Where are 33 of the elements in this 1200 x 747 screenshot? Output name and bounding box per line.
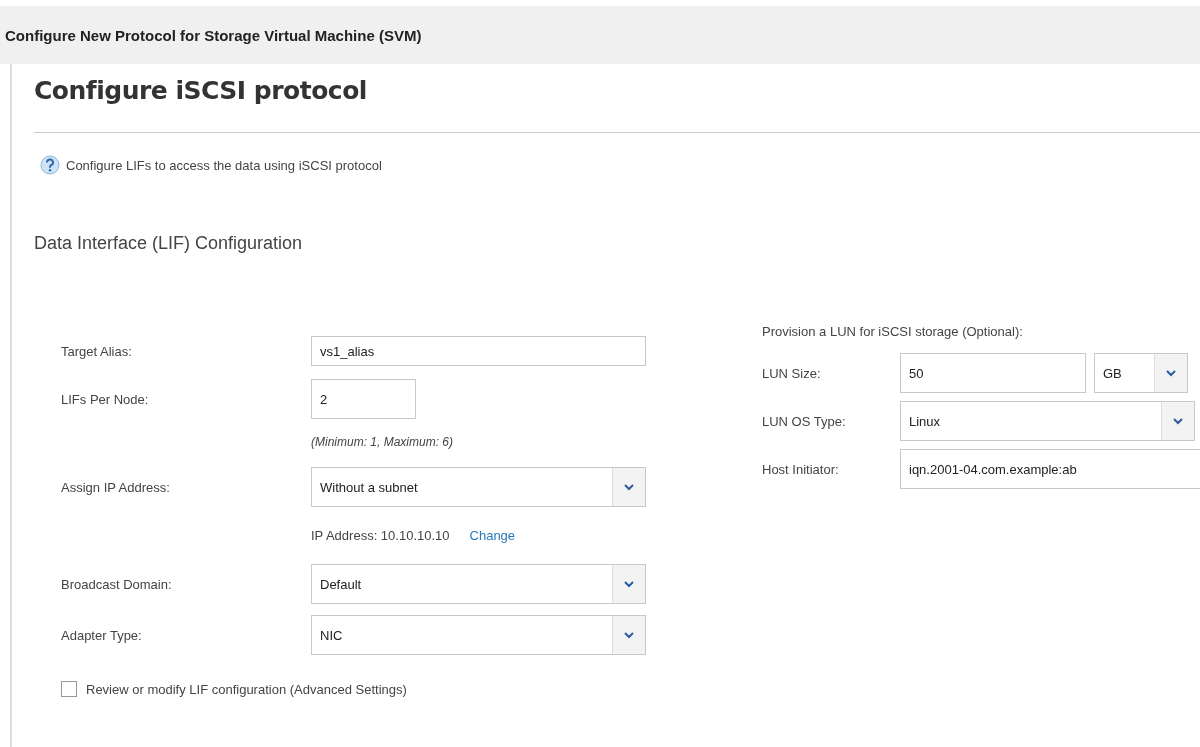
field-label: LIFs Per Node: [61,391,150,407]
section-heading: Data Interface (LIF) Configuration [34,233,304,254]
dropdown[interactable]: Without a subnet [311,467,646,507]
text-field[interactable]: iqn.2001-04.com.example:ab [900,449,1200,489]
chevron-down-icon [624,631,634,639]
field-label: Adapter Type: [61,627,143,643]
ip-address-text: IP Address: 10.10.10.10 [311,527,450,543]
dropdown[interactable]: NIC [311,615,646,655]
chevron-down-icon [624,483,634,491]
text-field[interactable]: 2 [311,379,416,419]
unit-dropdown[interactable]: GB [1094,353,1188,393]
field-label: Host Initiator: [762,461,840,477]
hint-text: (Minimum: 1, Maximum: 6) [311,435,453,449]
chevron-down-icon [624,580,634,588]
page-heading: Configure iSCSI protocol [34,75,368,107]
field-label: Assign IP Address: [61,479,171,495]
help-text: Configure LIFs to access the data using iSCSI protocol [66,157,382,173]
field-label: Target Alias: [61,343,133,359]
field-label: LUN Size: [762,365,822,381]
section-label: Provision a LUN for iSCSI storage (Optional): [762,324,1024,339]
dropdown[interactable]: Linux [900,401,1195,441]
text-field[interactable]: 50 [900,353,1086,393]
checkbox-label: Review or modify LIF configuration (Advanced Settings) [86,681,407,697]
field-label: LUN OS Type: [762,413,847,429]
field-label: Broadcast Domain: [61,576,173,592]
chevron-down-icon [1173,417,1183,425]
chevron-down-icon [1166,369,1176,377]
dropdown[interactable]: Default [311,564,646,604]
checkbox[interactable] [61,681,77,697]
text-field[interactable]: vs1_alias [311,336,646,366]
help-icon[interactable] [40,155,60,175]
change-link[interactable]: Change [469,527,516,543]
window-title: Configure New Protocol for Storage Virtual Machine (SVM) [5,26,422,44]
